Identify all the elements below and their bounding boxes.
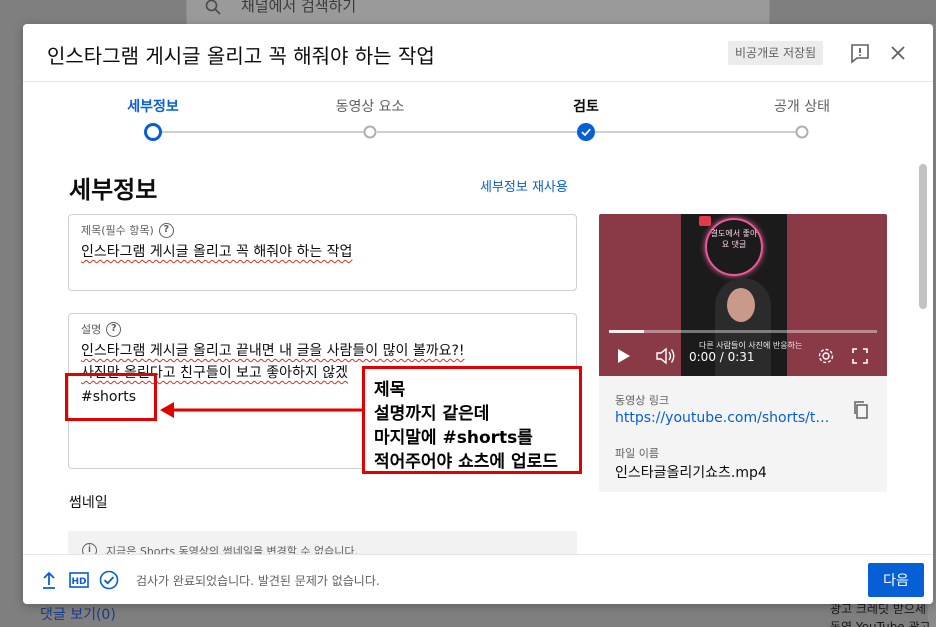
step-visibility-dot[interactable] xyxy=(795,125,809,139)
dialog-title: 인스타그램 게시글 올리고 꼭 해줘야 하는 작업 xyxy=(47,44,435,68)
hd-icon: HD xyxy=(69,572,89,588)
heart-icon xyxy=(699,216,711,226)
annotation-callout: 제목 설명까지 같은데 마지말에 #shorts를 적어주어야 쇼츠에 업로드 xyxy=(362,366,582,474)
close-icon[interactable] xyxy=(887,42,909,64)
stepper-line xyxy=(377,131,585,133)
step-details-dot[interactable] xyxy=(144,123,162,141)
help-icon[interactable]: ? xyxy=(158,222,174,238)
background-ad-text-2: 동영 YouTube 광고 xyxy=(830,620,931,627)
step-video-elements-label[interactable]: 동영상 요소 xyxy=(336,96,405,116)
stepper-line xyxy=(593,131,801,133)
step-review-dot[interactable] xyxy=(577,123,595,141)
step-visibility-label[interactable]: 공개 상태 xyxy=(774,96,830,116)
video-overlay-text: 결도에서 좋아요 댓글 xyxy=(710,229,758,249)
step-review-label[interactable]: 검토 xyxy=(573,96,599,116)
title-value: 인스타그램 게시글 올리고 꼭 해줘야 하는 작업 xyxy=(81,244,353,260)
help-icon[interactable]: ? xyxy=(106,321,122,337)
video-player[interactable]: 결도에서 좋아요 댓글 다른 사람들이 사진에 반응하는 0:00 / 0:31 xyxy=(599,214,887,376)
details-section-title: 세부정보 xyxy=(69,176,158,204)
annotation-arrow-icon xyxy=(160,402,364,418)
step-details-label[interactable]: 세부정보 xyxy=(127,96,179,116)
annotation-line-2: 설명까지 같은데 xyxy=(374,404,490,424)
feedback-icon[interactable] xyxy=(849,42,871,64)
video-time: 0:00 / 0:31 xyxy=(689,350,755,364)
settings-gear-icon[interactable] xyxy=(817,347,835,365)
title-field-label: 제목(필수 항목) xyxy=(81,224,154,237)
volume-icon[interactable] xyxy=(655,347,677,365)
upload-stepper: 세부정보 동영상 요소 검토 공개 상태 xyxy=(23,82,933,162)
description-line-1-text: 인스타그램 게시글 올리고 끝내면 내 글을 사람들이 많이 볼까요?! xyxy=(81,343,465,359)
title-input[interactable]: 인스타그램 게시글 올리고 꼭 해줘야 하는 작업 xyxy=(81,241,352,263)
description-field-label-row: 설명 ? xyxy=(81,321,122,337)
file-name-value: 인스타글올리기쇼츠.mp4 xyxy=(615,465,767,481)
search-icon xyxy=(205,0,221,15)
dialog-footer: HD 검사가 완료되었습니다. 발견된 문제가 없습니다. 다음 xyxy=(23,554,933,604)
annotation-line-1: 제목 xyxy=(374,380,406,400)
annotation-line-3: 마지말에 #shorts를 xyxy=(374,428,533,448)
check-icon xyxy=(581,128,591,137)
step-video-elements-dot[interactable] xyxy=(363,125,377,139)
file-name-label: 파일 이름 xyxy=(615,447,659,460)
description-line-1[interactable]: 인스타그램 게시글 올리고 끝내면 내 글을 사람들이 많이 볼까요?! xyxy=(81,340,465,362)
svg-text:HD: HD xyxy=(71,577,86,587)
annotation-line-4: 적어주어야 쇼츠에 업로드 xyxy=(374,452,558,472)
background-comments-link: 댓글 보기(0) xyxy=(40,607,116,623)
saved-status-badge: 비공개로 저장됨 xyxy=(728,41,824,65)
video-person-face xyxy=(727,288,755,322)
check-status-text: 검사가 완료되었습니다. 발견된 문제가 없습니다. xyxy=(136,574,380,588)
description-field-label: 설명 xyxy=(81,323,102,336)
video-link[interactable]: https://youtube.com/shorts/t5a... xyxy=(615,410,835,426)
scrollbar[interactable] xyxy=(919,164,927,309)
dialog-header: 인스타그램 게시글 올리고 꼭 해줘야 하는 작업 비공개로 저장됨 xyxy=(23,24,933,82)
video-progress-fill xyxy=(609,330,644,333)
reuse-details-link[interactable]: 세부정보 재사용 xyxy=(480,176,568,195)
play-icon[interactable] xyxy=(617,348,631,364)
thumbnail-label: 썸네일 xyxy=(69,495,108,511)
video-preview-card: 결도에서 좋아요 댓글 다른 사람들이 사진에 반응하는 0:00 / 0:31… xyxy=(599,214,887,492)
video-progress-bar[interactable] xyxy=(609,330,877,333)
video-link-label: 동영상 링크 xyxy=(615,394,670,407)
fullscreen-icon[interactable] xyxy=(851,347,869,365)
upload-icon xyxy=(43,571,55,589)
upload-dialog: 인스타그램 게시글 올리고 꼭 해줘야 하는 작업 비공개로 저장됨 세부정보 … xyxy=(23,24,933,604)
check-circle-icon xyxy=(99,570,119,590)
title-field-label-row: 제목(필수 항목) ? xyxy=(81,222,174,238)
background-search-placeholder: 채널에서 검색하기 xyxy=(241,0,357,15)
stepper-line xyxy=(161,131,369,133)
annotation-highlight-box xyxy=(65,373,157,421)
copy-icon[interactable] xyxy=(851,400,871,420)
title-field[interactable]: 제목(필수 항목) ? 인스타그램 게시글 올리고 꼭 해줘야 하는 작업 xyxy=(68,214,577,291)
next-button[interactable]: 다음 xyxy=(868,563,924,597)
